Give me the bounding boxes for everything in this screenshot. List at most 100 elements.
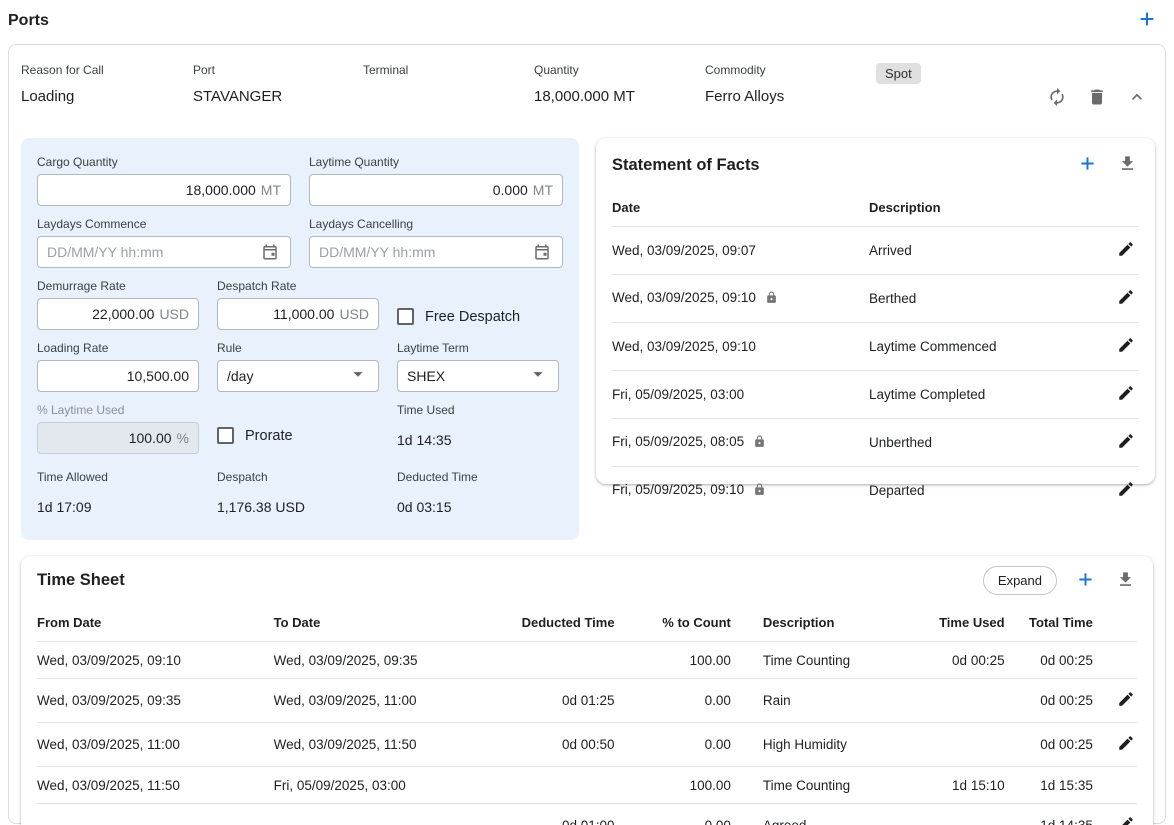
loading-rate-label: Loading Rate — [37, 341, 199, 355]
laydays-commence-input-box — [37, 236, 291, 268]
ts-total: 1d 14:35 — [1005, 804, 1093, 825]
table-row: Wed, 03/09/2025, 09:07 Arrived — [612, 227, 1139, 275]
port-value: STAVANGER — [193, 88, 363, 105]
terminal-label: Terminal — [363, 63, 534, 77]
demurrage-rate-input-box: USD — [37, 298, 199, 330]
despatch-rate-input[interactable] — [227, 306, 334, 322]
table-row: 0d 01:00 0.00 Agreed 1d 14:35 — [37, 804, 1137, 825]
despatch-label: Despatch — [217, 470, 379, 484]
export-sof-button[interactable] — [1116, 152, 1139, 178]
edit-sof-row-button[interactable] — [1115, 382, 1137, 407]
pct-laytime-used-input-box: % — [37, 422, 199, 454]
table-row: Wed, 03/09/2025, 09:10 Wed, 03/09/2025, … — [37, 642, 1137, 679]
rule-value: /day — [227, 368, 253, 384]
time-sheet-card: Time Sheet Expand — [21, 556, 1153, 825]
ts-pct: 0.00 — [615, 679, 731, 723]
ts-total: 0d 00:25 — [1005, 679, 1093, 723]
expand-button[interactable]: Expand — [983, 566, 1057, 595]
edit-sof-row-button[interactable] — [1115, 286, 1137, 311]
loading-rate-input[interactable] — [47, 368, 189, 384]
plus-icon — [1136, 8, 1158, 33]
port-actions — [1045, 63, 1149, 112]
laytime-quantity-input[interactable] — [319, 182, 528, 198]
free-despatch-field: Free Despatch — [397, 279, 520, 330]
laytime-quantity-field: Laytime Quantity MT — [309, 155, 563, 206]
sof-description: Unberthed — [869, 435, 932, 450]
laytime-term-label: Laytime Term — [397, 341, 559, 355]
rule-select[interactable]: /day — [217, 360, 379, 392]
laydays-commence-label: Laydays Commence — [37, 217, 291, 231]
ts-total: 0d 00:25 — [1005, 723, 1093, 767]
laydays-cancelling-field: Laydays Cancelling — [309, 217, 563, 268]
ts-pct: 0.00 — [615, 804, 731, 825]
deducted-time-stat: Deducted Time 0d 03:15 — [397, 470, 559, 515]
lock-icon — [765, 292, 778, 307]
time-sheet-header: Time Sheet Expand — [37, 566, 1137, 595]
reason-for-call-label: Reason for Call — [21, 63, 193, 77]
demurrage-rate-field: Demurrage Rate USD — [37, 279, 199, 330]
sof-description: Laytime Completed — [869, 387, 985, 402]
calendar-icon[interactable] — [259, 241, 281, 263]
laytime-term-select[interactable]: SHEX — [397, 360, 559, 392]
ts-description: High Humidity — [731, 723, 906, 767]
time-allowed-label: Time Allowed — [37, 470, 199, 484]
reason-for-call-value: Loading — [21, 88, 193, 105]
free-despatch-checkbox[interactable] — [397, 308, 414, 325]
time-allowed-stat: Time Allowed 1d 17:09 — [37, 470, 199, 515]
cargo-quantity-unit: MT — [261, 182, 281, 198]
trash-icon — [1087, 87, 1107, 110]
cargo-quantity-input[interactable] — [47, 182, 256, 198]
time-sheet-table: From Date To Date Deducted Time % to Cou… — [37, 603, 1137, 825]
ts-deducted: 0d 00:50 — [514, 723, 614, 767]
download-icon — [1116, 570, 1135, 592]
sof-col-description: Description — [869, 188, 1094, 227]
laydays-commence-input[interactable] — [47, 244, 259, 260]
pencil-icon — [1117, 480, 1135, 501]
ports-page: Ports Reason for Call Loading Port STAVA… — [0, 0, 1174, 824]
recalculate-button[interactable] — [1045, 85, 1069, 112]
ts-time-used: 1d 15:10 — [906, 767, 1004, 804]
despatch-stat: Despatch 1,176.38 USD — [217, 470, 379, 515]
collapse-port-button[interactable] — [1125, 85, 1149, 112]
edit-sof-row-button[interactable] — [1115, 478, 1137, 503]
ts-to: Wed, 03/09/2025, 09:35 — [274, 642, 515, 679]
prorate-label: Prorate — [245, 428, 293, 444]
pencil-icon — [1117, 384, 1135, 405]
add-sof-event-button[interactable] — [1075, 151, 1100, 179]
add-port-button[interactable] — [1134, 6, 1160, 35]
ts-to — [274, 804, 515, 825]
edit-timesheet-row-button[interactable] — [1115, 688, 1137, 713]
laydays-cancelling-input[interactable] — [319, 244, 531, 260]
plus-icon — [1075, 569, 1096, 593]
demurrage-rate-input[interactable] — [47, 306, 154, 322]
ts-description: Time Counting — [731, 767, 906, 804]
calendar-icon[interactable] — [531, 241, 553, 263]
laydays-commence-field: Laydays Commence — [37, 217, 291, 268]
edit-sof-row-button[interactable] — [1115, 430, 1137, 455]
sof-date: Wed, 03/09/2025, 09:07 — [612, 243, 756, 258]
ts-deducted: 0d 01:25 — [514, 679, 614, 723]
export-timesheet-button[interactable] — [1114, 568, 1137, 594]
add-timesheet-row-button[interactable] — [1073, 567, 1098, 595]
table-row: Wed, 03/09/2025, 09:10 Berthed — [612, 275, 1139, 323]
lock-icon — [753, 436, 766, 451]
ts-from: Wed, 03/09/2025, 09:35 — [37, 679, 274, 723]
edit-timesheet-row-button[interactable] — [1115, 732, 1137, 757]
edit-sof-row-button[interactable] — [1115, 334, 1137, 359]
ts-total: 1d 15:35 — [1005, 767, 1093, 804]
ts-to: Wed, 03/09/2025, 11:50 — [274, 723, 515, 767]
deducted-time-value: 0d 03:15 — [397, 499, 559, 515]
ts-pct: 100.00 — [615, 642, 731, 679]
cargo-quantity-input-box: MT — [37, 174, 291, 206]
quantity-label: Quantity — [534, 63, 705, 77]
laytime-quantity-unit: MT — [533, 182, 553, 198]
port-field: Port STAVANGER — [193, 63, 363, 105]
laytime-term-value: SHEX — [407, 368, 445, 384]
time-allowed-value: 1d 17:09 — [37, 499, 199, 515]
prorate-checkbox[interactable] — [217, 427, 234, 444]
ts-col-time-used: Time Used — [906, 603, 1004, 642]
delete-port-button[interactable] — [1085, 85, 1109, 112]
edit-timesheet-row-button[interactable] — [1115, 813, 1137, 825]
edit-sof-row-button[interactable] — [1115, 238, 1137, 263]
loading-rate-input-box — [37, 360, 199, 392]
